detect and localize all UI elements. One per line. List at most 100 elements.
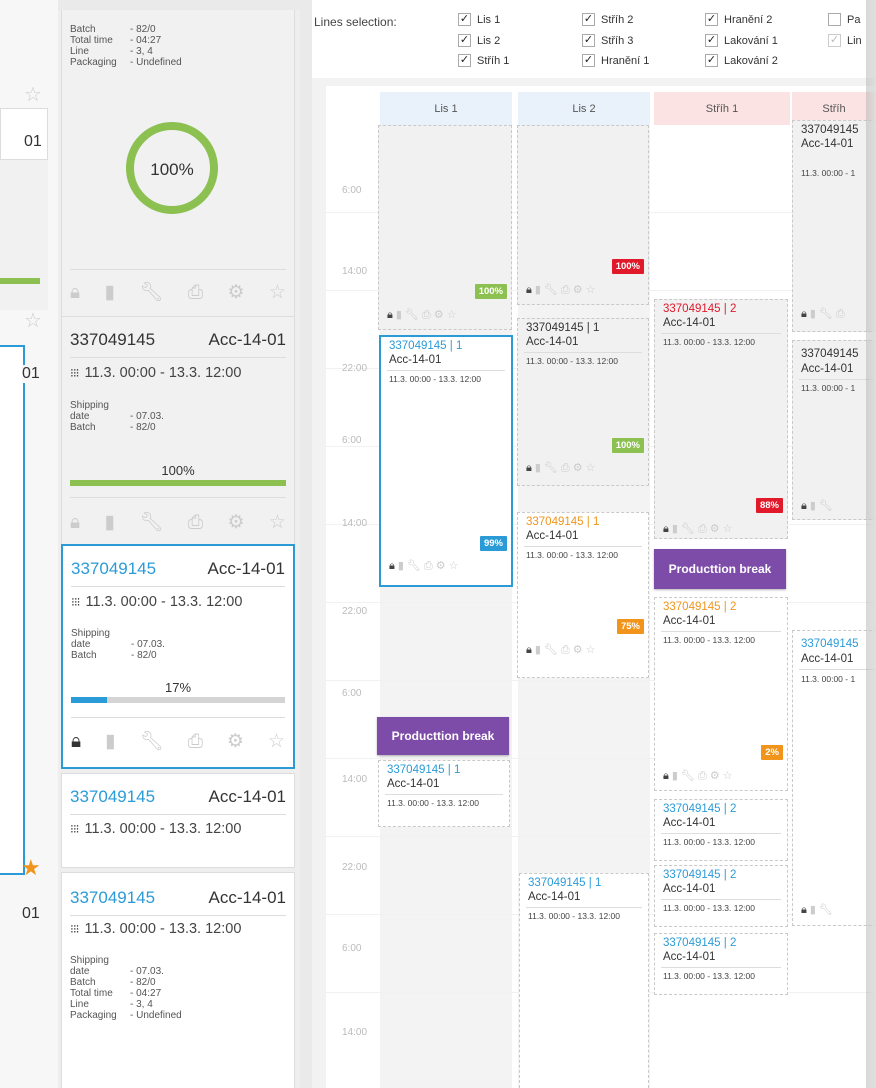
lock-icon[interactable]: 🔒︎: [801, 499, 807, 513]
clipboard-icon[interactable]: ▮: [810, 307, 816, 321]
star-icon[interactable]: ☆: [586, 643, 596, 657]
star-icon[interactable]: ☆: [268, 730, 285, 754]
wrench-icon[interactable]: 🔧︎: [139, 511, 163, 535]
printer-icon[interactable]: ⎙: [836, 307, 845, 321]
line-checkbox-lis-2[interactable]: ✓ Lis 2: [458, 34, 500, 47]
column-header-lis-1[interactable]: Lis 1: [380, 92, 512, 125]
clipboard-icon[interactable]: ▮: [810, 903, 816, 917]
clipboard-icon[interactable]: ▮: [810, 499, 816, 513]
lock-icon[interactable]: 🔒︎: [801, 903, 807, 917]
line-checkbox-lis-1[interactable]: ✓ Lis 1: [458, 13, 500, 26]
order-card[interactable]: 337049145 Acc-14-01 ⁝⁝⁝ 11.3. 00:00 - 13.…: [61, 872, 295, 1088]
wrench-icon[interactable]: 🔧︎: [139, 281, 163, 305]
star-icon[interactable]: ☆: [723, 769, 733, 783]
line-checkbox-pa[interactable]: Pa: [828, 13, 860, 26]
order-block[interactable]: 100% 🔒︎ ▮ 🔧︎ ⎙ ⚙ ☆: [517, 125, 649, 305]
wrench-icon[interactable]: 🔧︎: [819, 307, 833, 321]
wrench-icon[interactable]: 🔧︎: [819, 903, 833, 917]
star-icon[interactable]: ☆: [24, 82, 42, 107]
wrench-icon[interactable]: 🔧︎: [681, 769, 695, 783]
order-block[interactable]: 337049145 | 1 Acc-14-01 11.3. 00:00 - 13…: [519, 873, 649, 1088]
order-block[interactable]: 337049145 | 2 Acc-14-01 11.3. 00:00 - 13…: [654, 597, 788, 791]
gear-icon[interactable]: ⚙: [573, 643, 583, 657]
printer-icon[interactable]: ⎙: [422, 308, 431, 322]
clipboard-icon[interactable]: ▮: [105, 730, 115, 754]
order-block[interactable]: 100% 🔒︎ ▮ 🔧︎ ⎙ ⚙ ☆: [378, 125, 512, 330]
lock-icon[interactable]: 🔒︎: [70, 511, 80, 535]
line-checkbox-hraneni-2[interactable]: ✓ Hranění 2: [705, 13, 772, 26]
order-card-selected[interactable]: 337049145 Acc-14-01 ⁝⁝⁝ 11.3. 00:00 - 13.…: [61, 544, 295, 769]
gear-icon[interactable]: ⚙: [227, 281, 244, 305]
lock-icon[interactable]: 🔒︎: [387, 308, 393, 322]
printer-icon[interactable]: ⎙: [424, 559, 433, 573]
wrench-icon[interactable]: 🔧︎: [544, 643, 558, 657]
order-block[interactable]: 337049145 | 1 Acc-14-01 11.3. 00:00 - 13…: [517, 318, 649, 486]
order-block[interactable]: 337049145 | 1 Acc-14-01 11.3. 00:00 - 13…: [378, 760, 510, 827]
order-block[interactable]: 337049145 Acc-14-01 11.3. 00:00 - 1 🔒︎ ▮ 🔧…: [792, 340, 876, 520]
gear-icon[interactable]: ⚙: [573, 461, 583, 475]
order-block[interactable]: 337049145 | 2 Acc-14-01 11.3. 00:00 - 13…: [654, 299, 788, 539]
lock-icon[interactable]: 🔒︎: [526, 283, 532, 297]
line-checkbox-strih-3[interactable]: ✓ Stříh 3: [582, 34, 633, 47]
gear-icon[interactable]: ⚙: [227, 730, 244, 754]
star-icon[interactable]: ☆: [586, 283, 596, 297]
lock-icon[interactable]: 🔒︎: [71, 730, 81, 754]
gear-icon[interactable]: ⚙: [573, 283, 583, 297]
order-card[interactable]: Batch - 82/0 Total time - 04:27 Line - 3, 4…: [61, 10, 295, 318]
order-block[interactable]: 337049145 Acc-14-01 11.3. 00:00 - 1 🔒︎ ▮ 🔧…: [792, 120, 876, 332]
order-card[interactable]: 337049145 Acc-14-01 ⁝⁝⁝ 11.3. 00:00 - 13.…: [61, 316, 295, 546]
line-checkbox-hraneni-1[interactable]: ✓ Hranění 1: [582, 54, 649, 67]
production-break[interactable]: Producttion break: [654, 549, 786, 589]
line-checkbox-strih-2[interactable]: ✓ Stříh 2: [582, 13, 633, 26]
star-icon[interactable]: ☆: [269, 281, 286, 305]
lock-icon[interactable]: 🔒︎: [801, 307, 807, 321]
printer-icon[interactable]: ⎙: [188, 511, 203, 535]
order-block[interactable]: 337049145 | 2 Acc-14-01 11.3. 00:00 - 13…: [654, 933, 788, 995]
star-icon[interactable]: ★: [21, 855, 41, 881]
lock-icon[interactable]: 🔒︎: [389, 559, 395, 573]
gear-icon[interactable]: ⚙: [710, 769, 720, 783]
star-icon[interactable]: ☆: [447, 308, 457, 322]
star-icon[interactable]: ☆: [269, 511, 286, 535]
line-checkbox-lakovani-2[interactable]: ✓ Lakování 2: [705, 54, 778, 67]
wrench-icon[interactable]: 🔧︎: [405, 308, 419, 322]
line-checkbox-lakovani-1[interactable]: ✓ Lakování 1: [705, 34, 778, 47]
lock-icon[interactable]: 🔒︎: [663, 769, 669, 783]
star-icon[interactable]: ☆: [24, 308, 42, 333]
line-checkbox-lin[interactable]: ✓ Lin: [828, 34, 862, 47]
printer-icon[interactable]: ⎙: [561, 283, 570, 297]
printer-icon[interactable]: ⎙: [188, 281, 203, 305]
printer-icon[interactable]: ⎙: [561, 643, 570, 657]
wrench-icon[interactable]: 🔧︎: [140, 730, 164, 754]
clipboard-icon[interactable]: ▮: [535, 461, 541, 475]
lock-icon[interactable]: 🔒︎: [526, 461, 532, 475]
printer-icon[interactable]: ⎙: [698, 769, 707, 783]
printer-icon[interactable]: ⎙: [188, 730, 203, 754]
star-icon[interactable]: ☆: [449, 559, 459, 573]
order-card[interactable]: 337049145 Acc-14-01 ⁝⁝⁝ 11.3. 00:00 - 13.…: [61, 773, 295, 868]
gear-icon[interactable]: ⚙: [710, 522, 720, 536]
column-header-strih-1[interactable]: Stříh 1: [654, 92, 790, 125]
partial-card-selected[interactable]: [0, 345, 25, 875]
clipboard-icon[interactable]: ▮: [672, 522, 678, 536]
clipboard-icon[interactable]: ▮: [105, 281, 115, 305]
clipboard-icon[interactable]: ▮: [535, 283, 541, 297]
wrench-icon[interactable]: 🔧︎: [681, 522, 695, 536]
star-icon[interactable]: ☆: [586, 461, 596, 475]
column-header-lis-2[interactable]: Lis 2: [518, 92, 650, 125]
lock-icon[interactable]: 🔒︎: [663, 522, 669, 536]
lock-icon[interactable]: 🔒︎: [70, 281, 80, 305]
line-checkbox-strih-1[interactable]: ✓ Stříh 1: [458, 54, 509, 67]
wrench-icon[interactable]: 🔧︎: [544, 283, 558, 297]
gear-icon[interactable]: ⚙: [227, 511, 244, 535]
printer-icon[interactable]: ⎙: [561, 461, 570, 475]
clipboard-icon[interactable]: ▮: [672, 769, 678, 783]
order-block[interactable]: 337049145 | 2 Acc-14-01 11.3. 00:00 - 13…: [654, 799, 788, 861]
clipboard-icon[interactable]: ▮: [105, 511, 115, 535]
wrench-icon[interactable]: 🔧︎: [819, 499, 833, 513]
printer-icon[interactable]: ⎙: [698, 522, 707, 536]
clipboard-icon[interactable]: ▮: [535, 643, 541, 657]
wrench-icon[interactable]: 🔧︎: [407, 559, 421, 573]
gear-icon[interactable]: ⚙: [436, 559, 446, 573]
production-break[interactable]: Producttion break: [377, 717, 509, 755]
